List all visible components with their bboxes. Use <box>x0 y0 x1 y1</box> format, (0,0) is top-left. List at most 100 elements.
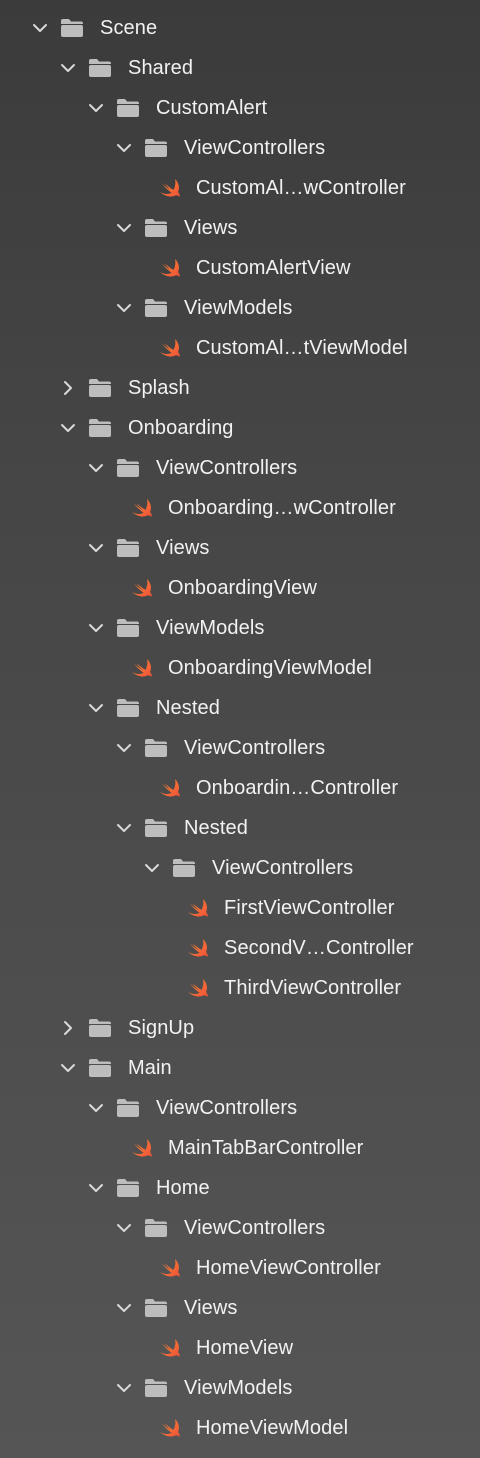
folder-row[interactable]: ViewModels <box>0 288 480 328</box>
chevron-down-icon[interactable] <box>88 540 104 556</box>
swift-file-row[interactable]: HomeViewController <box>0 1248 480 1288</box>
folder-row[interactable]: ViewControllers <box>0 1208 480 1248</box>
folder-label: Views <box>184 1297 238 1319</box>
folder-row[interactable]: CustomAlert <box>0 88 480 128</box>
folder-icon <box>143 217 169 239</box>
folder-label: Nested <box>156 697 220 719</box>
chevron-down-icon[interactable] <box>116 1380 132 1396</box>
chevron-down-icon[interactable] <box>88 620 104 636</box>
folder-row[interactable]: ViewControllers <box>0 728 480 768</box>
folder-icon <box>87 377 113 399</box>
swift-file-row[interactable]: OnboardingViewModel <box>0 648 480 688</box>
folder-row[interactable]: SignUp <box>0 1008 480 1048</box>
folder-label: ViewModels <box>156 617 265 639</box>
swift-file-icon <box>130 577 156 599</box>
chevron-down-icon[interactable] <box>116 820 132 836</box>
file-label: ThirdViewController <box>224 977 402 999</box>
chevron-down-icon[interactable] <box>88 700 104 716</box>
chevron-down-icon[interactable] <box>116 1220 132 1236</box>
folder-row[interactable]: Onboarding <box>0 408 480 448</box>
file-label: OnboardingViewModel <box>168 657 372 679</box>
chevron-down-icon[interactable] <box>116 300 132 316</box>
folder-row[interactable]: Main <box>0 1048 480 1088</box>
swift-file-row[interactable]: Onboardin…Controller <box>0 768 480 808</box>
folder-icon <box>143 137 169 159</box>
folder-row[interactable]: ViewModels <box>0 1368 480 1408</box>
chevron-down-icon[interactable] <box>144 860 160 876</box>
folder-icon <box>143 817 169 839</box>
folder-row[interactable]: Shared <box>0 48 480 88</box>
folder-icon <box>143 737 169 759</box>
folder-label: ViewControllers <box>212 857 354 879</box>
swift-file-row[interactable]: Onboarding…wController <box>0 488 480 528</box>
folder-row[interactable]: Views <box>0 208 480 248</box>
folder-row[interactable]: Splash <box>0 368 480 408</box>
file-label: HomeViewModel <box>196 1417 349 1439</box>
swift-file-row[interactable]: CustomAl…wController <box>0 168 480 208</box>
chevron-down-icon[interactable] <box>116 220 132 236</box>
swift-file-row[interactable]: CustomAlertView <box>0 248 480 288</box>
chevron-down-icon[interactable] <box>60 420 76 436</box>
swift-file-row[interactable]: SecondV…Controller <box>0 928 480 968</box>
swift-file-icon <box>130 657 156 679</box>
file-label: HomeViewController <box>196 1257 381 1279</box>
swift-file-row[interactable]: MainTabBarController <box>0 1128 480 1168</box>
chevron-down-icon[interactable] <box>116 740 132 756</box>
chevron-down-icon[interactable] <box>116 140 132 156</box>
chevron-down-icon[interactable] <box>88 100 104 116</box>
folder-row[interactable]: Nested <box>0 688 480 728</box>
file-label: Onboardin…Controller <box>196 777 399 799</box>
chevron-down-icon[interactable] <box>60 60 76 76</box>
folder-icon <box>115 697 141 719</box>
folder-label: ViewControllers <box>184 137 326 159</box>
folder-label: CustomAlert <box>156 97 268 119</box>
folder-row[interactable]: ViewControllers <box>0 128 480 168</box>
folder-label: Splash <box>128 377 190 399</box>
folder-row[interactable]: Nested <box>0 808 480 848</box>
swift-file-icon <box>158 257 184 279</box>
folder-row[interactable]: ViewModels <box>0 608 480 648</box>
folder-label: Scene <box>100 17 158 39</box>
swift-file-icon <box>158 1337 184 1359</box>
chevron-down-icon[interactable] <box>60 1060 76 1076</box>
file-label: OnboardingView <box>168 577 317 599</box>
folder-row[interactable]: Home <box>0 1168 480 1208</box>
folder-icon <box>143 1297 169 1319</box>
chevron-down-icon[interactable] <box>88 460 104 476</box>
folder-icon <box>115 617 141 639</box>
folder-row[interactable]: Scene <box>0 8 480 48</box>
folder-icon <box>143 1217 169 1239</box>
folder-label: ViewControllers <box>156 1097 298 1119</box>
file-label: Onboarding…wController <box>168 497 396 519</box>
folder-label: ViewModels <box>184 1377 293 1399</box>
folder-icon <box>171 857 197 879</box>
swift-file-row[interactable]: HomeViewModel <box>0 1408 480 1448</box>
chevron-down-icon[interactable] <box>32 20 48 36</box>
swift-file-icon <box>130 1137 156 1159</box>
chevron-down-icon[interactable] <box>88 1100 104 1116</box>
folder-label: Shared <box>128 57 194 79</box>
folder-row[interactable]: Views <box>0 1288 480 1328</box>
file-label: SecondV…Controller <box>224 937 414 959</box>
folder-row[interactable]: ViewControllers <box>0 448 480 488</box>
chevron-down-icon[interactable] <box>116 1300 132 1316</box>
chevron-right-icon[interactable] <box>60 380 76 396</box>
chevron-right-icon[interactable] <box>60 1020 76 1036</box>
folder-row[interactable]: Views <box>0 528 480 568</box>
folder-icon <box>87 1057 113 1079</box>
swift-file-icon <box>158 337 184 359</box>
swift-file-row[interactable]: FirstViewController <box>0 888 480 928</box>
swift-file-row[interactable]: HomeView <box>0 1328 480 1368</box>
folder-label: Nested <box>184 817 248 839</box>
swift-file-row[interactable]: ThirdViewController <box>0 968 480 1008</box>
folder-row[interactable]: ViewControllers <box>0 1088 480 1128</box>
file-label: CustomAl…tViewModel <box>196 337 408 359</box>
folder-icon <box>87 57 113 79</box>
swift-file-row[interactable]: OnboardingView <box>0 568 480 608</box>
swift-file-row[interactable]: CustomAl…tViewModel <box>0 328 480 368</box>
file-label: FirstViewController <box>224 897 395 919</box>
chevron-down-icon[interactable] <box>88 1180 104 1196</box>
swift-file-icon <box>186 977 212 999</box>
folder-label: ViewControllers <box>184 1217 326 1239</box>
folder-row[interactable]: ViewControllers <box>0 848 480 888</box>
